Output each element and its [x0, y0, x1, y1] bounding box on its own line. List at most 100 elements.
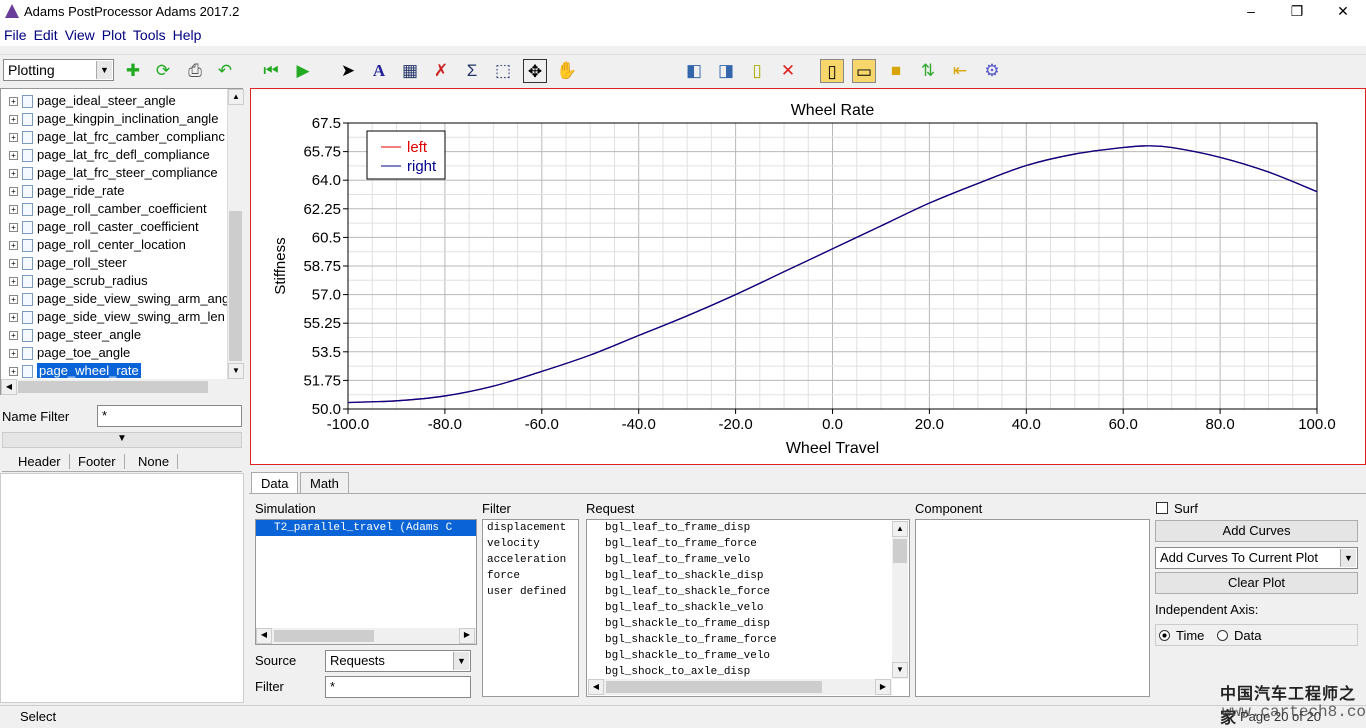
new-page-icon[interactable]: ✚ — [121, 59, 145, 83]
data-radio[interactable] — [1217, 630, 1228, 641]
export-icon[interactable]: ⇤ — [948, 59, 972, 83]
menu-view[interactable]: View — [61, 24, 98, 43]
clear-plot-button[interactable]: Clear Plot — [1155, 572, 1358, 594]
request-item[interactable]: bgl_shackle_to_frame_velo — [601, 648, 909, 664]
tree-item[interactable]: + page_roll_steer — [9, 255, 227, 273]
simulation-horizontal-scrollbar[interactable]: ◀ ▶ — [256, 628, 476, 644]
scroll-thumb[interactable] — [893, 539, 907, 563]
select-arrow-icon[interactable]: ➤ — [336, 59, 360, 83]
delete-page-icon[interactable]: ✕ — [776, 59, 800, 83]
new-page-icon[interactable]: ▯ — [745, 59, 769, 83]
print-icon[interactable]: ⎙ — [183, 59, 207, 83]
tree-vertical-scrollbar[interactable]: ▲ ▼ — [227, 89, 244, 379]
simulation-list[interactable]: T2_parallel_travel (Adams C ◀ ▶ — [255, 519, 477, 645]
surf-checkbox[interactable] — [1156, 502, 1168, 514]
add-curves-button[interactable]: Add Curves — [1155, 520, 1358, 542]
expand-icon[interactable]: + — [9, 331, 18, 341]
expand-icon[interactable]: + — [9, 187, 18, 197]
tree-item[interactable]: + page_side_view_swing_arm_ang — [9, 291, 227, 309]
source-select[interactable]: Requests ▼ — [325, 650, 471, 672]
legend-icon[interactable]: ▦ — [398, 59, 422, 83]
expand-icon[interactable]: + — [9, 115, 18, 125]
previous-page-icon[interactable]: ◧ — [682, 59, 706, 83]
tab-header[interactable]: Header — [10, 454, 70, 469]
tree-item[interactable]: + page_ride_rate — [9, 183, 227, 201]
tree-item[interactable]: + page_roll_center_location — [9, 237, 227, 255]
menu-plot[interactable]: Plot — [98, 24, 129, 43]
statistics-icon[interactable]: Σ — [460, 59, 484, 83]
simulation-item[interactable]: T2_parallel_travel (Adams C — [256, 520, 476, 536]
collapse-toggle[interactable]: ▼ — [2, 432, 242, 448]
expand-icon[interactable]: + — [9, 169, 18, 179]
swap-icon[interactable]: ⇅ — [916, 59, 940, 83]
request-item[interactable]: bgl_shock_to_axle_disp — [601, 664, 909, 680]
menu-tools[interactable]: Tools — [129, 24, 169, 43]
expand-icon[interactable]: + — [9, 349, 18, 359]
scroll-right-icon[interactable]: ▶ — [875, 679, 891, 695]
filter-item[interactable]: velocity — [483, 536, 578, 552]
expand-icon[interactable]: + — [9, 313, 18, 323]
tree-item[interactable]: + page_scrub_radius — [9, 273, 227, 291]
scroll-thumb[interactable] — [229, 211, 242, 361]
request-vertical-scrollbar[interactable]: ▲ ▼ — [892, 521, 908, 679]
filter-list[interactable]: displacement velocity acceleration force use… — [482, 519, 579, 697]
first-frame-icon[interactable]: ⏮ — [259, 59, 283, 83]
text-icon[interactable]: A — [367, 59, 391, 83]
menu-file[interactable]: File — [0, 24, 30, 43]
expand-icon[interactable]: + — [9, 241, 18, 251]
request-item[interactable]: bgl_leaf_to_shackle_force — [601, 584, 909, 600]
request-horizontal-scrollbar[interactable]: ◀ ▶ — [588, 679, 892, 695]
layout-single-icon[interactable]: ▯ — [820, 59, 844, 83]
play-icon[interactable]: ▶ — [291, 59, 315, 83]
menu-edit[interactable]: Edit — [30, 24, 61, 43]
tree-item[interactable]: + page_steer_angle — [9, 327, 227, 345]
filter-item[interactable]: force — [483, 568, 578, 584]
tree-item[interactable]: + page_lat_frc_steer_compliance — [9, 165, 227, 183]
scroll-right-icon[interactable]: ▶ — [459, 628, 475, 644]
next-page-icon[interactable]: ◨ — [714, 59, 738, 83]
scroll-left-icon[interactable]: ◀ — [256, 628, 272, 644]
menu-help[interactable]: Help — [169, 24, 205, 43]
expand-icon[interactable]: + — [9, 205, 18, 215]
scroll-down-icon[interactable]: ▼ — [892, 662, 908, 678]
expand-icon[interactable]: + — [9, 151, 18, 161]
close-button[interactable]: ✕ — [1320, 0, 1366, 24]
scroll-thumb[interactable] — [18, 381, 208, 393]
request-item[interactable]: bgl_leaf_to_shackle_velo — [601, 600, 909, 616]
tree-item[interactable]: + page_lat_frc_camber_complianc — [9, 129, 227, 147]
tab-math[interactable]: Math — [300, 472, 349, 494]
expand-icon[interactable]: + — [9, 259, 18, 269]
tree-item[interactable]: + page_ideal_steer_angle — [9, 93, 227, 111]
tab-none[interactable]: None — [130, 454, 179, 469]
request-item[interactable]: bgl_shackle_to_frame_disp — [601, 616, 909, 632]
expand-icon[interactable]: + — [9, 97, 18, 107]
tree-item[interactable]: + page_lat_frc_defl_compliance — [9, 147, 227, 165]
scroll-up-icon[interactable]: ▲ — [892, 521, 908, 537]
tree-item[interactable]: + page_toe_angle — [9, 345, 227, 363]
mode-select[interactable]: Plotting ▼ — [3, 59, 114, 81]
request-item[interactable]: bgl_leaf_to_frame_force — [601, 536, 909, 552]
layout-split-icon[interactable]: ▭ — [852, 59, 876, 83]
name-filter-input[interactable]: * — [97, 405, 242, 427]
sim-filter-input[interactable]: * — [325, 676, 471, 698]
minimize-button[interactable]: – — [1228, 0, 1274, 24]
curve-edit-icon[interactable]: ✗ — [429, 59, 453, 83]
settings-gear-icon[interactable]: ⚙ — [980, 59, 1004, 83]
request-list[interactable]: bgl_leaf_to_frame_disp bgl_leaf_to_frame_… — [586, 519, 910, 697]
expand-icon[interactable]: + — [9, 277, 18, 287]
tree-item[interactable]: + page_roll_camber_coefficient — [9, 201, 227, 219]
fit-icon[interactable]: ✥ — [523, 59, 547, 83]
filter-item[interactable]: displacement — [483, 520, 578, 536]
component-list[interactable] — [915, 519, 1150, 697]
request-item[interactable]: bgl_leaf_to_frame_velo — [601, 552, 909, 568]
filter-item[interactable]: user defined — [483, 584, 578, 600]
tab-data[interactable]: Data — [251, 472, 299, 494]
wheel-rate-chart[interactable]: -100.0 -80.0 -60.0 -40.0 -20.0 0.0 20.0 40.0 60.… — [251, 89, 1365, 464]
scroll-up-icon[interactable]: ▲ — [228, 89, 244, 105]
tree-item[interactable]: + page_kingpin_inclination_angle — [9, 111, 227, 129]
filter-item[interactable]: acceleration — [483, 552, 578, 568]
add-mode-select[interactable]: Add Curves To Current Plot ▼ — [1155, 547, 1358, 569]
expand-icon[interactable]: + — [9, 133, 18, 143]
tree-horizontal-scrollbar[interactable]: ◀ — [1, 379, 243, 395]
undo-icon[interactable]: ↶ — [213, 59, 237, 83]
